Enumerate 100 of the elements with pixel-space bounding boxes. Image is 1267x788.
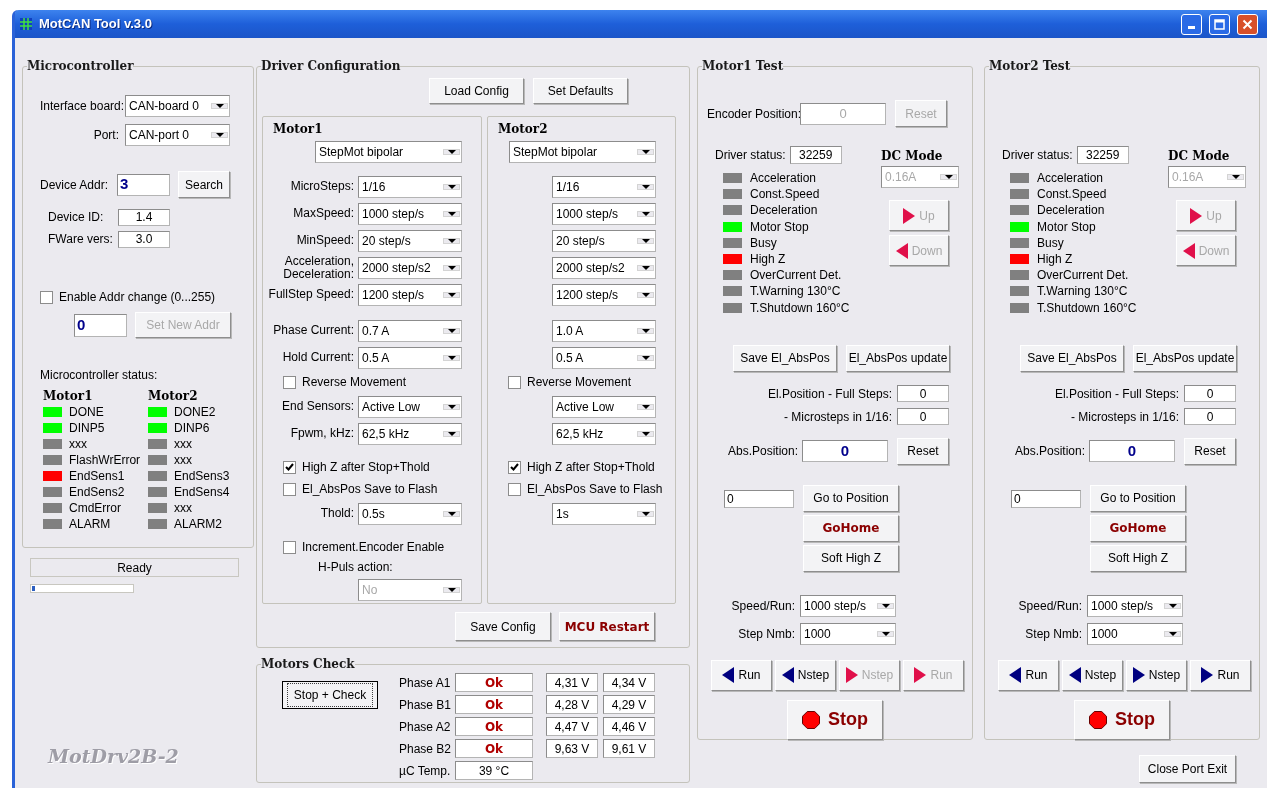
checkbox[interactable] (283, 482, 296, 496)
dropdown[interactable]: 1200 step/s (358, 283, 462, 306)
checkbox-label: High Z after Stop+Thold (302, 459, 430, 476)
caret-icon (641, 511, 650, 516)
dropdown[interactable]: 1.0 A (552, 319, 656, 342)
input-field[interactable]: 0 (897, 385, 949, 403)
dropdown[interactable]: 62,5 kHz (358, 422, 462, 445)
dropdown[interactable]: 2000 step/s2 (552, 256, 656, 279)
dropdown[interactable]: 1000 step/s (1087, 594, 1183, 617)
field-label: Driver status: (1002, 147, 1073, 164)
dropdown[interactable]: 1000 step/s (552, 202, 656, 225)
checkbox[interactable] (508, 375, 521, 389)
status-label: DINP5 (69, 420, 105, 437)
button[interactable]: Save El_AbsPos (1020, 344, 1124, 372)
button[interactable]: Run (711, 659, 772, 691)
input-field[interactable]: 0 (1011, 489, 1081, 508)
maximize-button[interactable] (1209, 13, 1230, 35)
button[interactable]: GoHome (1090, 514, 1186, 542)
dropdown[interactable]: StepMot bipolar (315, 141, 462, 163)
input-field[interactable]: 3 (117, 173, 170, 196)
dropdown[interactable]: CAN-port 0 (125, 124, 230, 146)
dropdown[interactable]: 0.5s (358, 502, 462, 525)
close-button[interactable] (1237, 13, 1258, 35)
button[interactable]: El_AbsPos update (846, 344, 950, 372)
value-field: 9,63 V (546, 739, 598, 758)
dropdown[interactable]: Active Low (358, 395, 462, 418)
dropdown[interactable]: 20 step/s (552, 229, 656, 252)
dropdown[interactable]: 0.5 A (552, 346, 656, 369)
status-label: EndSens4 (174, 484, 230, 501)
input-field[interactable]: 0 (724, 489, 794, 508)
field-label: FWare vers: (48, 231, 114, 248)
left-triangle-icon (781, 667, 794, 684)
checkmark-icon (285, 463, 294, 471)
checkbox[interactable] (283, 460, 296, 474)
button[interactable]: MCU Restart (559, 612, 655, 641)
dropdown[interactable]: 20 step/s (358, 229, 462, 252)
checkbox[interactable] (283, 540, 296, 554)
stop-check-button[interactable]: Stop + Check (282, 681, 378, 709)
button[interactable]: Load Config (429, 78, 524, 104)
dropdown[interactable]: 0.7 A (358, 319, 462, 342)
caret-icon (641, 211, 650, 216)
input-field[interactable]: 0 (1184, 408, 1236, 426)
checkbox[interactable] (40, 290, 53, 304)
button[interactable]: El_AbsPos update (1133, 344, 1237, 372)
field-label: Abs.Position: (1014, 443, 1085, 461)
field-label: H-Puls action: (317, 559, 394, 576)
left-triangle-icon (1068, 667, 1081, 684)
button[interactable]: Soft High Z (1090, 544, 1186, 572)
dropdown[interactable]: 1000 (1087, 622, 1183, 645)
field-label: Phase Current: (272, 324, 355, 337)
button[interactable]: Go to Position (1090, 484, 1186, 512)
checkbox[interactable] (508, 482, 521, 496)
dropdown[interactable]: 1s (552, 502, 656, 525)
button[interactable]: Save Config (455, 612, 551, 641)
button[interactable]: Nstep (1062, 659, 1123, 691)
dropdown[interactable]: 2000 step/s2 (358, 256, 462, 279)
button[interactable]: Save El_AbsPos (733, 344, 837, 372)
status-label: xxx (174, 500, 192, 517)
search-button[interactable]: Search (178, 171, 230, 198)
minimize-icon (1188, 25, 1195, 29)
button[interactable]: Run (1190, 659, 1251, 691)
dropdown[interactable]: 1/16 (358, 175, 462, 198)
caret-icon (641, 404, 650, 409)
dropdown[interactable]: StepMot bipolar (509, 141, 656, 163)
field-label: Encoder Position: (707, 105, 800, 123)
input-field[interactable]: 0 (897, 408, 949, 426)
stop-button[interactable]: Stop (787, 699, 883, 740)
caret-icon (215, 133, 224, 137)
reset-button[interactable]: Reset (1184, 437, 1236, 465)
field-label: Acceleration, Deceleration: (282, 254, 355, 281)
dropdown[interactable]: 1000 (800, 622, 896, 645)
close-port-button[interactable]: Close Port Exit (1139, 755, 1236, 783)
dropdown[interactable]: 0.5 A (358, 346, 462, 369)
dropdown[interactable]: 1000 step/s (358, 202, 462, 225)
dropdown[interactable]: 62,5 kHz (552, 422, 656, 445)
button[interactable]: GoHome (803, 514, 899, 542)
status-field: Ok (455, 673, 533, 692)
dropdown[interactable]: CAN-board 0 (125, 95, 230, 117)
dropdown[interactable]: 1/16 (552, 175, 656, 198)
button[interactable]: Run (998, 659, 1059, 691)
dropdown[interactable]: 1000 step/s (800, 594, 896, 617)
dropdown[interactable]: 1200 step/s (552, 283, 656, 306)
button[interactable]: Nstep (1126, 659, 1187, 691)
checkbox[interactable] (508, 460, 521, 474)
checkbox[interactable] (283, 375, 296, 389)
button[interactable]: Set Defaults (533, 78, 628, 104)
checkbox-label: Reverse Movement (527, 374, 632, 391)
field-label: - Microsteps in 1/16: (783, 408, 892, 426)
button[interactable]: Soft High Z (803, 544, 899, 572)
panel-title: Motor2 (497, 121, 549, 137)
caret-icon (641, 292, 650, 297)
button[interactable]: Nstep (775, 659, 836, 691)
input-field[interactable]: 0 (74, 313, 127, 337)
status-label: High Z (1037, 251, 1073, 269)
stop-button[interactable]: Stop (1074, 699, 1170, 740)
reset-button[interactable]: Reset (897, 437, 949, 465)
button[interactable]: Go to Position (803, 484, 899, 512)
minimize-button[interactable] (1181, 13, 1202, 35)
input-field[interactable]: 0 (1184, 385, 1236, 403)
dropdown[interactable]: Active Low (552, 395, 656, 418)
